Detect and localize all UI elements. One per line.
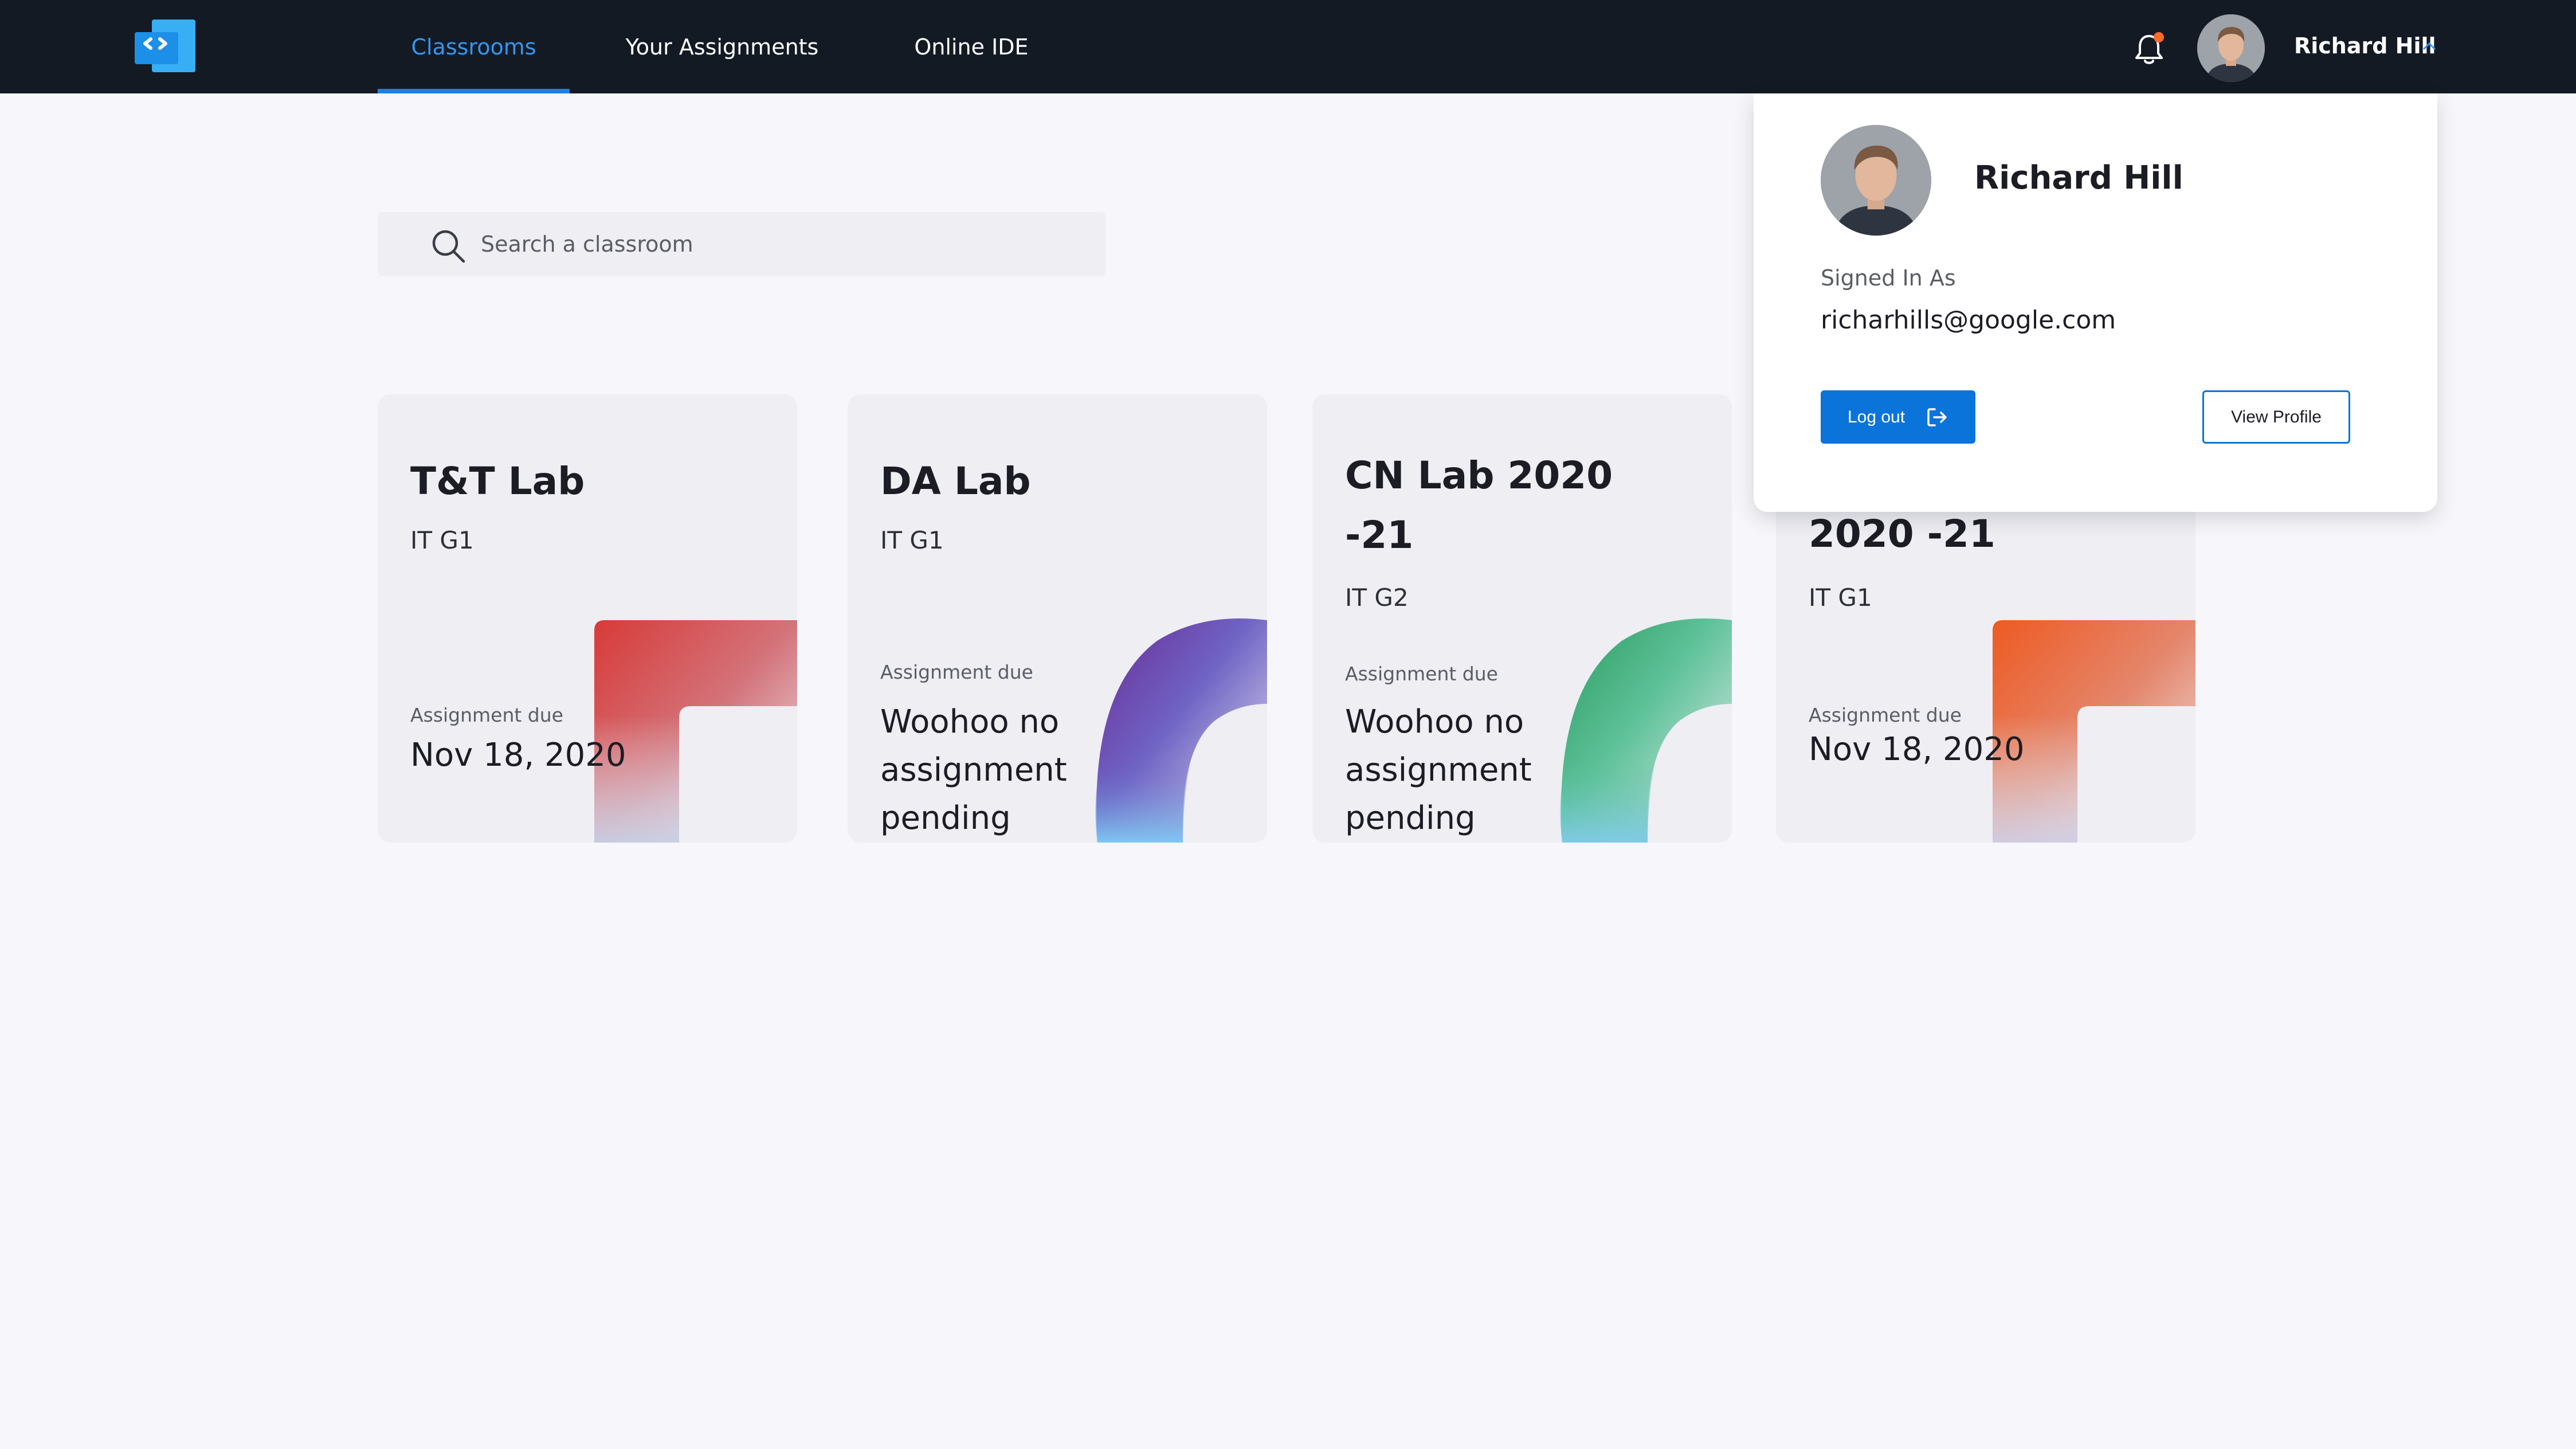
avatar[interactable] [2197, 14, 2265, 82]
assignment-due-label: Assignment due [1345, 663, 1498, 685]
view-profile-button[interactable]: View Profile [2202, 390, 2350, 444]
classroom-group: IT G1 [410, 526, 474, 554]
assignment-due-value: Nov 18, 2020 [1809, 731, 2025, 768]
profile-avatar [1821, 125, 1931, 236]
nav-user-name[interactable]: Richard Hill [2294, 33, 2436, 58]
tab-your-assignments-label: Your Assignments [625, 34, 819, 60]
classroom-card[interactable]: DA Lab IT G1 Assignment due Woohoo no as… [848, 394, 1267, 843]
classroom-search-bar[interactable] [378, 212, 1105, 276]
classroom-card[interactable]: T&T Lab IT G1 Assignment due Nov 18, 202… [378, 394, 797, 843]
active-tab-indicator [378, 89, 570, 93]
classroom-title: T&T Lab [410, 459, 585, 503]
classroom-title: CN Lab 2020 -21 [1345, 453, 1613, 557]
tab-classrooms[interactable]: Classrooms [378, 0, 570, 93]
tab-online-ide[interactable]: Online IDE [894, 0, 1049, 93]
assignment-due-value: Woohoo no assignment pending [880, 703, 1067, 837]
tab-classrooms-label: Classrooms [411, 34, 536, 60]
classroom-title: 2020 -21 [1809, 512, 1995, 556]
view-profile-button-label: View Profile [2231, 407, 2322, 426]
notification-dot [2154, 32, 2164, 42]
tab-your-assignments[interactable]: Your Assignments [619, 0, 825, 93]
classroom-group: IT G1 [1809, 583, 1872, 612]
classroom-group: IT G2 [1345, 583, 1409, 612]
logout-icon [1927, 408, 1947, 426]
assignment-due-value: Nov 18, 2020 [410, 737, 626, 774]
profile-name: Richard Hill [1974, 159, 2183, 197]
profile-dropdown: Richard Hill Signed In As richarhills@go… [1754, 93, 2437, 512]
code-brackets-logo-icon[interactable] [135, 19, 195, 72]
profile-email: richarhills@google.com [1821, 306, 2116, 335]
top-navbar: Classrooms Your Assignments Online IDE R… [0, 0, 2576, 93]
classroom-title: DA Lab [880, 459, 1031, 503]
search-icon [432, 230, 465, 263]
search-input[interactable] [481, 224, 1088, 265]
assignment-due-label: Assignment due [1809, 704, 1962, 726]
logout-button-label: Log out [1847, 407, 1905, 426]
classroom-group: IT G1 [880, 526, 944, 554]
chevron-up-icon[interactable] [2422, 40, 2437, 52]
assignment-due-label: Assignment due [410, 704, 563, 726]
classroom-card[interactable]: CN Lab 2020 -21 IT G2 Assignment due Woo… [1312, 394, 1732, 843]
signed-in-label: Signed In As [1821, 265, 1956, 291]
logout-button[interactable]: Log out [1821, 390, 1975, 444]
assignment-due-label: Assignment due [880, 661, 1033, 683]
tab-online-ide-label: Online IDE [914, 34, 1029, 60]
assignment-due-value: Woohoo no assignment pending [1345, 703, 1532, 837]
